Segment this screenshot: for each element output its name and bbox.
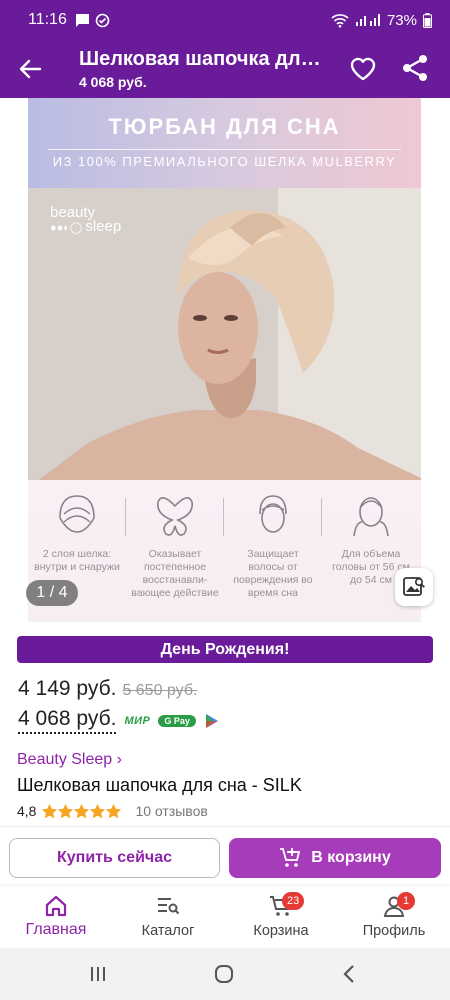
feature-text: Оказывает постепенное восстанавли-вающее… xyxy=(131,548,219,599)
rating-row[interactable]: 4,8 10 отзывов xyxy=(17,803,208,819)
brand-logo: beauty ●●◐◯ sleep xyxy=(50,204,122,235)
status-right: 73% xyxy=(331,12,432,29)
header-price: 4 068 руб. xyxy=(79,74,147,90)
image-counter: 1 / 4 xyxy=(26,580,78,606)
message-icon xyxy=(75,13,89,27)
nav-cart-label: Корзина xyxy=(253,923,309,939)
status-time: 11:16 xyxy=(28,11,67,28)
feature-item: Оказывает постепенное восстанавли-вающее… xyxy=(126,480,224,622)
check-circle-icon xyxy=(95,13,110,27)
feature-text: 2 слоя шелка: внутри и снаружи xyxy=(34,548,120,573)
star-icon xyxy=(42,803,58,818)
image-banner: ТЮРБАН ДЛЯ СНА ИЗ 100% ПРЕМИАЛЬНОГО ШЕЛК… xyxy=(28,98,421,188)
home-button-icon[interactable] xyxy=(212,962,236,986)
app-bar: Шелковая шапочка для сна - SILK 4 068 ру… xyxy=(0,40,450,98)
feature-item: Защищает волосы от повреждения во время … xyxy=(224,480,322,622)
nav-catalog[interactable]: Каталог xyxy=(112,886,224,948)
back-button-icon[interactable] xyxy=(338,962,362,986)
purchase-action-bar: Купить сейчас В корзину xyxy=(0,826,450,886)
price-row: 4 149 руб. 5 650 руб. xyxy=(18,677,197,701)
head-turban-icon xyxy=(259,495,287,533)
favorite-heart-icon[interactable] xyxy=(347,52,379,84)
back-arrow-icon[interactable] xyxy=(14,53,46,85)
catalog-search-icon xyxy=(158,898,180,915)
card-price-row: 4 068 руб. МИР G Pay xyxy=(18,707,220,734)
mir-pay-logo: МИР xyxy=(124,714,151,727)
nav-cart[interactable]: 23 Корзина xyxy=(225,886,337,948)
product-image-gallery[interactable]: ТЮРБАН ДЛЯ СНА ИЗ 100% ПРЕМИАЛЬНОГО ШЕЛК… xyxy=(28,98,421,622)
system-navigation-bar xyxy=(0,948,450,1000)
butterfly-icon xyxy=(156,497,194,536)
brand-link[interactable]: Beauty Sleep › xyxy=(17,751,122,769)
add-to-cart-label: В корзину xyxy=(311,849,391,866)
nav-profile-label: Профиль xyxy=(362,923,426,939)
turban-layers-icon xyxy=(59,495,95,533)
promo-banner[interactable]: День Рождения! xyxy=(17,636,433,663)
battery-icon xyxy=(423,12,432,28)
feature-strip: 2 слоя шелка: внутри и снаружи Оказывает… xyxy=(28,480,421,622)
star-icon xyxy=(106,803,122,818)
banner-subtitle: ИЗ 100% ПРЕМИАЛЬНОГО ШЕЛКА MULBERRY xyxy=(52,154,397,169)
star-icon xyxy=(74,803,90,818)
image-search-icon xyxy=(403,577,425,596)
reviews-count[interactable]: 10 отзывов xyxy=(135,803,207,819)
star-icon xyxy=(58,803,74,818)
old-price: 5 650 руб. xyxy=(122,682,198,699)
image-search-button[interactable] xyxy=(395,568,433,606)
rating-value: 4,8 xyxy=(17,803,37,819)
cart-plus-icon xyxy=(280,848,301,867)
buy-now-button[interactable]: Купить сейчас xyxy=(9,838,220,878)
card-price[interactable]: 4 068 руб. xyxy=(18,707,117,734)
banner-title: ТЮРБАН ДЛЯ СНА xyxy=(108,114,341,139)
bottom-navigation: Главная Каталог 23 Корзина 1 Профиль xyxy=(0,886,450,948)
wifi-icon xyxy=(331,13,349,28)
nav-home-label: Главная xyxy=(25,921,87,938)
recent-apps-icon[interactable] xyxy=(86,962,110,986)
signal-icon xyxy=(355,14,380,26)
nav-profile[interactable]: 1 Профиль xyxy=(338,886,450,948)
brand-logo-line2: ●●◐◯ sleep xyxy=(50,218,122,235)
notification-icons xyxy=(75,13,110,28)
feature-text: Защищает волосы от повреждения во время … xyxy=(233,548,313,599)
page-title: Шелковая шапочка для сна - SILK xyxy=(79,48,329,70)
play-pay-icon xyxy=(205,713,218,728)
share-icon[interactable] xyxy=(399,52,431,84)
nav-catalog-label: Каталог xyxy=(141,923,195,939)
regular-price: 4 149 руб. xyxy=(18,677,117,700)
nav-home[interactable]: Главная xyxy=(0,886,112,948)
status-bar: 11:16 73% xyxy=(0,0,450,40)
banner-divider xyxy=(48,149,401,150)
star-icon xyxy=(90,803,106,818)
profile-badge: 1 xyxy=(397,892,415,910)
cart-badge: 23 xyxy=(282,892,305,910)
product-title: Шелковая шапочка для сна - SILK xyxy=(17,775,302,795)
battery-percent: 73% xyxy=(386,11,417,29)
star-rating xyxy=(42,803,122,819)
home-icon xyxy=(45,895,67,917)
gpay-logo: G Pay xyxy=(158,714,196,727)
face-hands-icon xyxy=(353,497,389,537)
add-to-cart-button[interactable]: В корзину xyxy=(229,838,441,878)
